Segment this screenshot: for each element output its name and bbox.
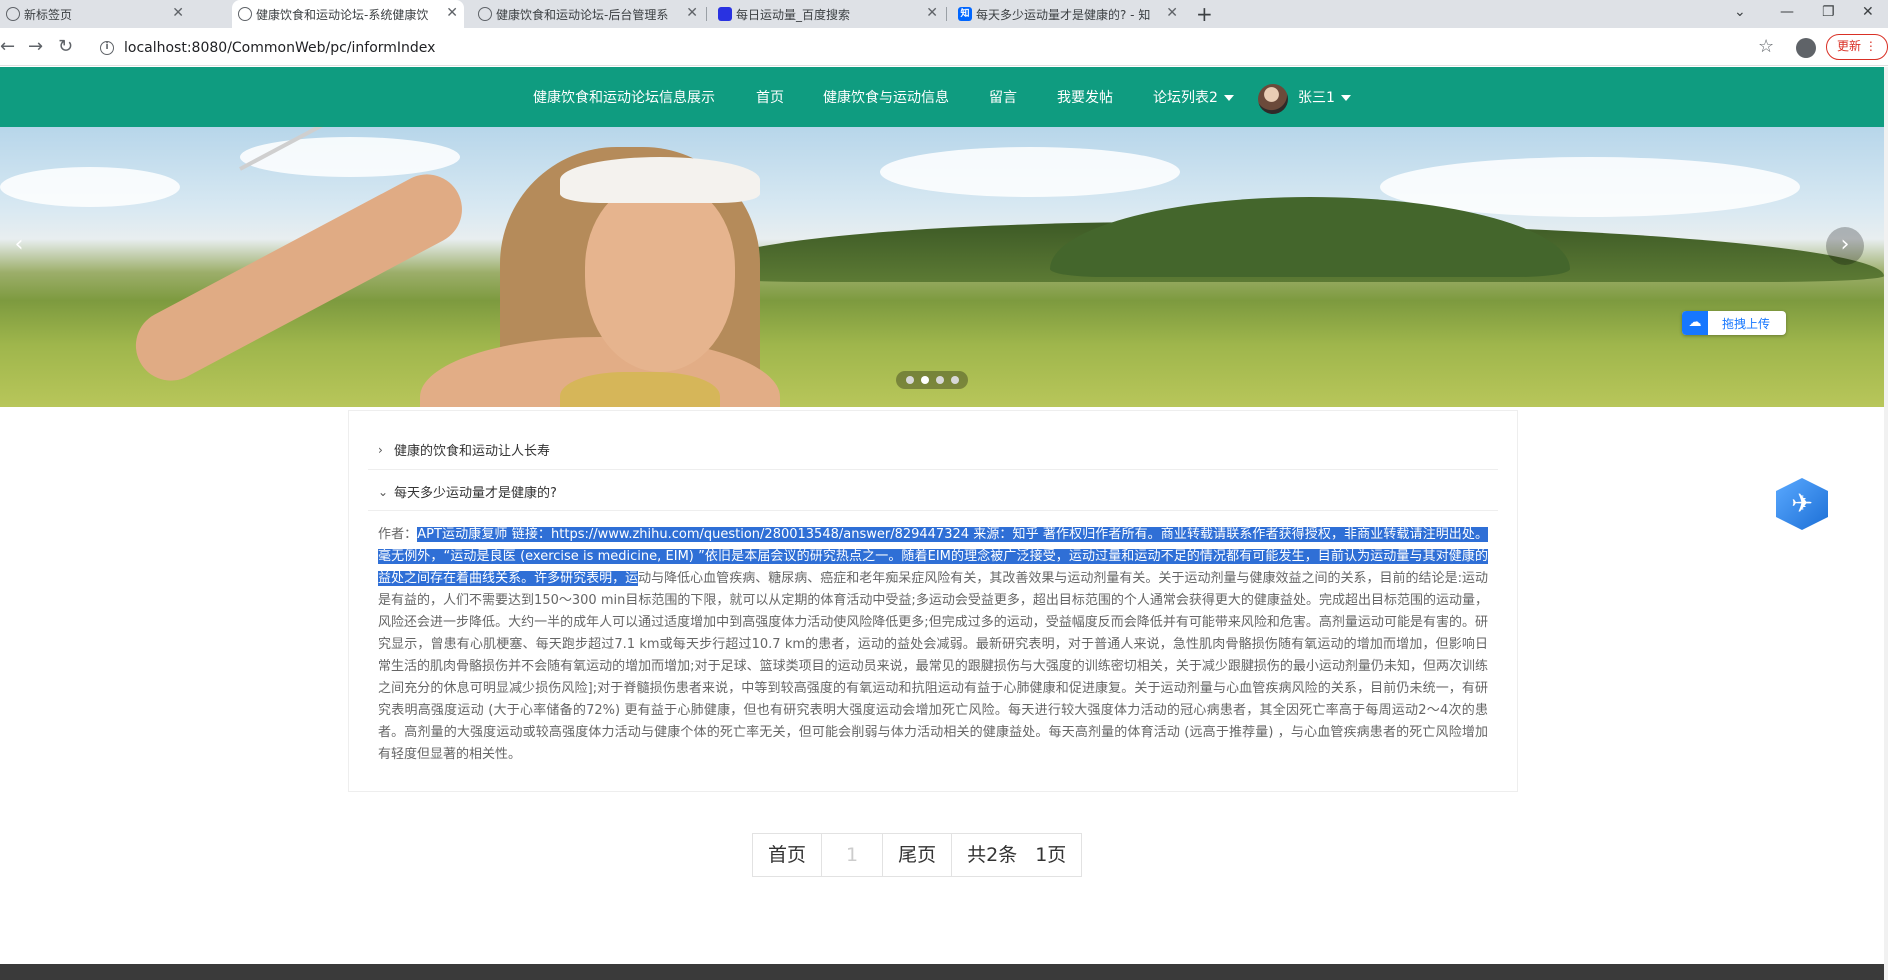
bookmark-star-icon[interactable]: ☆ <box>1758 36 1774 57</box>
address-bar: ← → ↻ i localhost:8080/CommonWeb/pc/info… <box>0 28 1888 66</box>
forward-arrow-icon[interactable]: → <box>28 37 43 57</box>
carousel-dot[interactable] <box>950 376 959 384</box>
avatar[interactable] <box>1258 84 1288 114</box>
golfer-arm <box>123 162 475 393</box>
chevron-down-icon <box>1223 95 1234 101</box>
close-icon[interactable]: ✕ <box>172 5 184 21</box>
restore-icon[interactable]: ❐ <box>1822 2 1835 22</box>
close-icon[interactable]: ✕ <box>1166 5 1178 21</box>
collapse-item-header[interactable]: › 健康的饮食和运动让人长寿 <box>378 440 551 460</box>
divider <box>368 510 1498 511</box>
browser-tab[interactable]: 新标签页 ✕ <box>0 0 190 28</box>
browser-tab-bar: 新标签页 ✕ 健康饮食和运动论坛-系统健康饮 ✕ 健康饮食和运动论坛-后台管理系… <box>0 0 1888 28</box>
tab-search-icon[interactable]: ⌄ <box>1734 2 1746 22</box>
cloud-shape <box>0 167 180 207</box>
globe-icon <box>478 7 492 21</box>
nav-item-home[interactable]: 首页 <box>756 87 784 107</box>
carousel-dot[interactable] <box>935 376 944 384</box>
browser-tab-active[interactable]: 健康饮食和运动论坛-系统健康饮 ✕ <box>232 0 464 28</box>
golfer-visor <box>560 157 760 203</box>
user-menu[interactable]: 张三1 <box>1298 87 1351 107</box>
info-icon[interactable]: i <box>100 41 114 55</box>
back-arrow-icon[interactable]: ← <box>0 37 15 57</box>
tab-title: 新标签页 <box>24 7 73 22</box>
tab-title: 健康饮食和运动论坛-系统健康饮 <box>256 7 429 22</box>
forum-list-label: 论坛列表2 <box>1153 90 1218 106</box>
tab-separator <box>706 7 707 21</box>
collapse-item-title: 健康的饮食和运动让人长寿 <box>394 444 551 459</box>
close-icon[interactable]: ✕ <box>446 5 458 21</box>
nav-item-post[interactable]: 我要发帖 <box>1057 87 1113 107</box>
tab-title: 每天多少运动量才是健康的? - 知 <box>976 7 1151 22</box>
tab-separator <box>946 7 947 21</box>
reload-icon[interactable]: ↻ <box>58 37 73 57</box>
upload-label: 拖拽上传 <box>1722 316 1771 331</box>
new-tab-button[interactable]: + <box>1196 2 1213 26</box>
browser-tab[interactable]: 每日运动量_百度搜索 ✕ <box>712 0 944 28</box>
site-nav-bar: 健康饮食和运动论坛信息展示 首页 健康饮食与运动信息 留言 我要发帖 论坛列表2… <box>0 67 1884 127</box>
nav-item-health-info[interactable]: 健康饮食与运动信息 <box>823 87 949 107</box>
chevron-down-icon <box>1340 95 1351 101</box>
tab-title: 每日运动量_百度搜索 <box>736 7 851 22</box>
vertical-scrollbar[interactable] <box>1884 67 1888 980</box>
url-field[interactable]: i localhost:8080/CommonWeb/pc/informInde… <box>100 36 1770 60</box>
window-close-icon[interactable]: ✕ <box>1862 2 1874 22</box>
forum-list-dropdown[interactable]: 论坛列表2 <box>1153 87 1234 107</box>
last-page-button[interactable]: 尾页 <box>883 834 953 876</box>
site-title[interactable]: 健康饮食和运动论坛信息展示 <box>533 87 715 107</box>
total-count: 共2条 <box>967 844 1018 866</box>
cloud-shape <box>240 137 460 177</box>
pagination: 首页 1 尾页 共2条 1页 <box>752 833 1083 877</box>
collapse-item-header-expanded[interactable]: ⌄ 每天多少运动量才是健康的? <box>378 482 557 502</box>
collapse-item-title: 每天多少运动量才是健康的? <box>394 486 557 501</box>
author-label: 作者： <box>378 527 418 542</box>
first-page-button[interactable]: 首页 <box>753 834 823 876</box>
bird-widget-icon[interactable]: ✈ <box>1776 478 1828 530</box>
chevron-right-icon[interactable]: › <box>1826 227 1864 265</box>
globe-icon <box>238 7 252 21</box>
browser-tab[interactable]: 知 每天多少运动量才是健康的? - 知 ✕ <box>952 0 1184 28</box>
update-button[interactable]: 更新 ⋮ <box>1826 34 1888 60</box>
article-text: 动与降低心血管疾病、糖尿病、癌症和老年痴呆症风险有关，其改善效果与运动剂量有关。… <box>378 571 1488 762</box>
update-label: 更新 <box>1837 39 1862 53</box>
banner-carousel: ‹ › ☁ 拖拽上传 <box>0 127 1884 407</box>
minimize-icon[interactable]: — <box>1780 2 1794 22</box>
close-icon[interactable]: ✕ <box>686 5 698 21</box>
cloud-shape <box>880 147 1180 197</box>
globe-icon <box>6 7 20 21</box>
carousel-dot-active[interactable] <box>920 376 929 384</box>
carousel-indicators <box>896 371 968 389</box>
browser-tab[interactable]: 健康饮食和运动论坛-后台管理系 ✕ <box>472 0 704 28</box>
golfer-top <box>560 372 720 407</box>
url-text: localhost:8080/CommonWeb/pc/informIndex <box>124 40 436 56</box>
page-number-current[interactable]: 1 <box>822 834 884 876</box>
page-footer <box>0 964 1884 980</box>
chevron-right-icon: › <box>378 442 383 457</box>
baidu-paw-icon <box>718 7 732 21</box>
chevron-left-icon[interactable]: ‹ <box>0 227 38 265</box>
close-icon[interactable]: ✕ <box>926 5 938 21</box>
page-count: 1页 <box>1035 844 1067 866</box>
drag-upload-button[interactable]: ☁ 拖拽上传 <box>1682 311 1786 335</box>
nav-item-messages[interactable]: 留言 <box>989 87 1017 107</box>
profile-icon[interactable] <box>1796 38 1816 58</box>
zhihu-icon: 知 <box>958 7 972 21</box>
cloud-upload-icon: ☁ <box>1682 311 1708 335</box>
golfer-face <box>585 182 735 372</box>
carousel-dot[interactable] <box>905 376 914 384</box>
user-name: 张三1 <box>1298 90 1335 106</box>
chevron-down-icon: ⌄ <box>378 484 389 499</box>
divider <box>368 469 1498 470</box>
article-body: 作者：APT运动康复师 链接：https://www.zhihu.com/que… <box>378 524 1488 766</box>
tab-title: 健康饮食和运动论坛-后台管理系 <box>496 7 669 22</box>
